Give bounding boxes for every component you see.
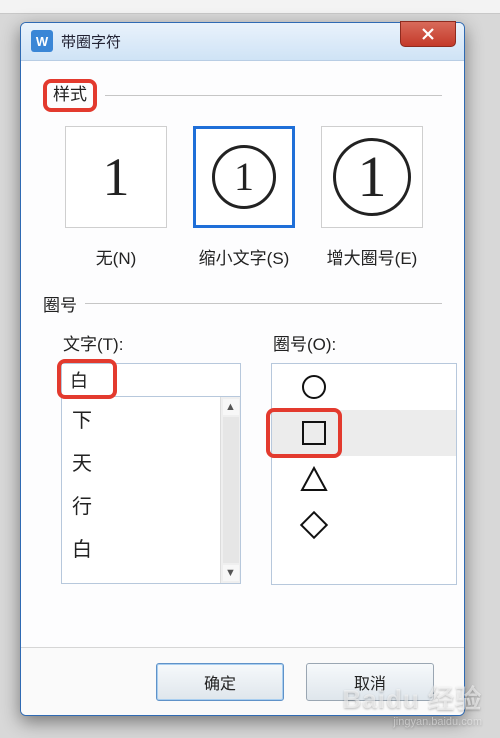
shape-item-diamond[interactable] [272,502,456,548]
list-item[interactable]: 下 [62,397,220,440]
encloser-group-label: 圈号 [43,291,77,316]
text-input[interactable]: 白 [61,363,241,397]
shape-column-label: 圈号(O): [271,330,457,355]
shape-item-triangle[interactable] [272,456,456,502]
scroll-up-icon[interactable]: ▲ [223,399,239,415]
list-item[interactable]: 行 [62,483,220,526]
glyph-plain-1: 1 [103,146,130,208]
style-option-enlarge[interactable]: 1 增大圈号(E) [317,126,427,269]
divider [105,95,442,96]
glyph-circled-big: 1 [333,138,411,216]
titlebar[interactable]: W 带圈字符 [21,23,464,61]
circle-icon [300,373,328,401]
scroll-track[interactable] [223,417,239,563]
triangle-icon [300,467,328,491]
style-option-shrink[interactable]: 1 缩小文字(S) [189,126,299,269]
shape-column: 圈号(O): [271,330,457,585]
shape-listbox[interactable] [271,363,457,585]
close-button[interactable] [400,21,456,47]
scroll-down-icon[interactable]: ▼ [223,565,239,581]
shape-item-square[interactable] [272,410,456,456]
list-item[interactable]: 天 [62,440,220,483]
style-option-none[interactable]: 1 无(N) [61,126,171,269]
close-icon [420,26,436,42]
encloser-row: 文字(T): 白 下 天 行 白 ▲ [61,330,442,585]
glyph-circled-small: 1 [212,145,276,209]
watermark-url: jingyan.baidu.com [343,716,482,728]
app-icon: W [31,30,53,52]
style-caption-none: 无(N) [96,244,137,269]
style-caption-shrink: 缩小文字(S) [199,244,290,269]
diamond-icon [300,511,328,539]
style-thumb-shrink: 1 [193,126,295,228]
encloser-group-header: 圈号 [43,291,442,316]
style-options: 1 无(N) 1 缩小文字(S) 1 增大圈号(E) [61,126,442,269]
dialog-title: 带圈字符 [61,31,121,52]
enclosed-characters-dialog: W 带圈字符 样式 1 无(N) 1 缩小文字(S) [20,22,465,716]
shape-item-circle[interactable] [272,364,456,410]
text-listbox[interactable]: 下 天 行 白 ▲ ▼ [61,396,241,584]
style-caption-enlarge: 增大圈号(E) [327,244,418,269]
text-list-items: 下 天 行 白 [62,397,220,583]
app-background-strip [0,0,500,14]
cancel-button[interactable]: 取消 [306,663,434,701]
ok-button[interactable]: 确定 [156,663,284,701]
text-column-label: 文字(T): [61,330,241,355]
square-icon [300,419,328,447]
dialog-content: 样式 1 无(N) 1 缩小文字(S) 1 增大圈号(E) [21,61,464,603]
style-thumb-none: 1 [65,126,167,228]
text-column: 文字(T): 白 下 天 行 白 ▲ [61,330,241,585]
scrollbar[interactable]: ▲ ▼ [220,397,240,583]
style-group-label: 样式 [43,79,97,112]
divider [85,303,442,304]
button-row: 确定 取消 [21,647,464,715]
text-input-value: 白 [70,367,88,393]
style-thumb-enlarge: 1 [321,126,423,228]
text-input-wrap: 白 [61,363,241,397]
style-group-header: 样式 [43,79,442,112]
list-item[interactable]: 白 [62,526,220,569]
